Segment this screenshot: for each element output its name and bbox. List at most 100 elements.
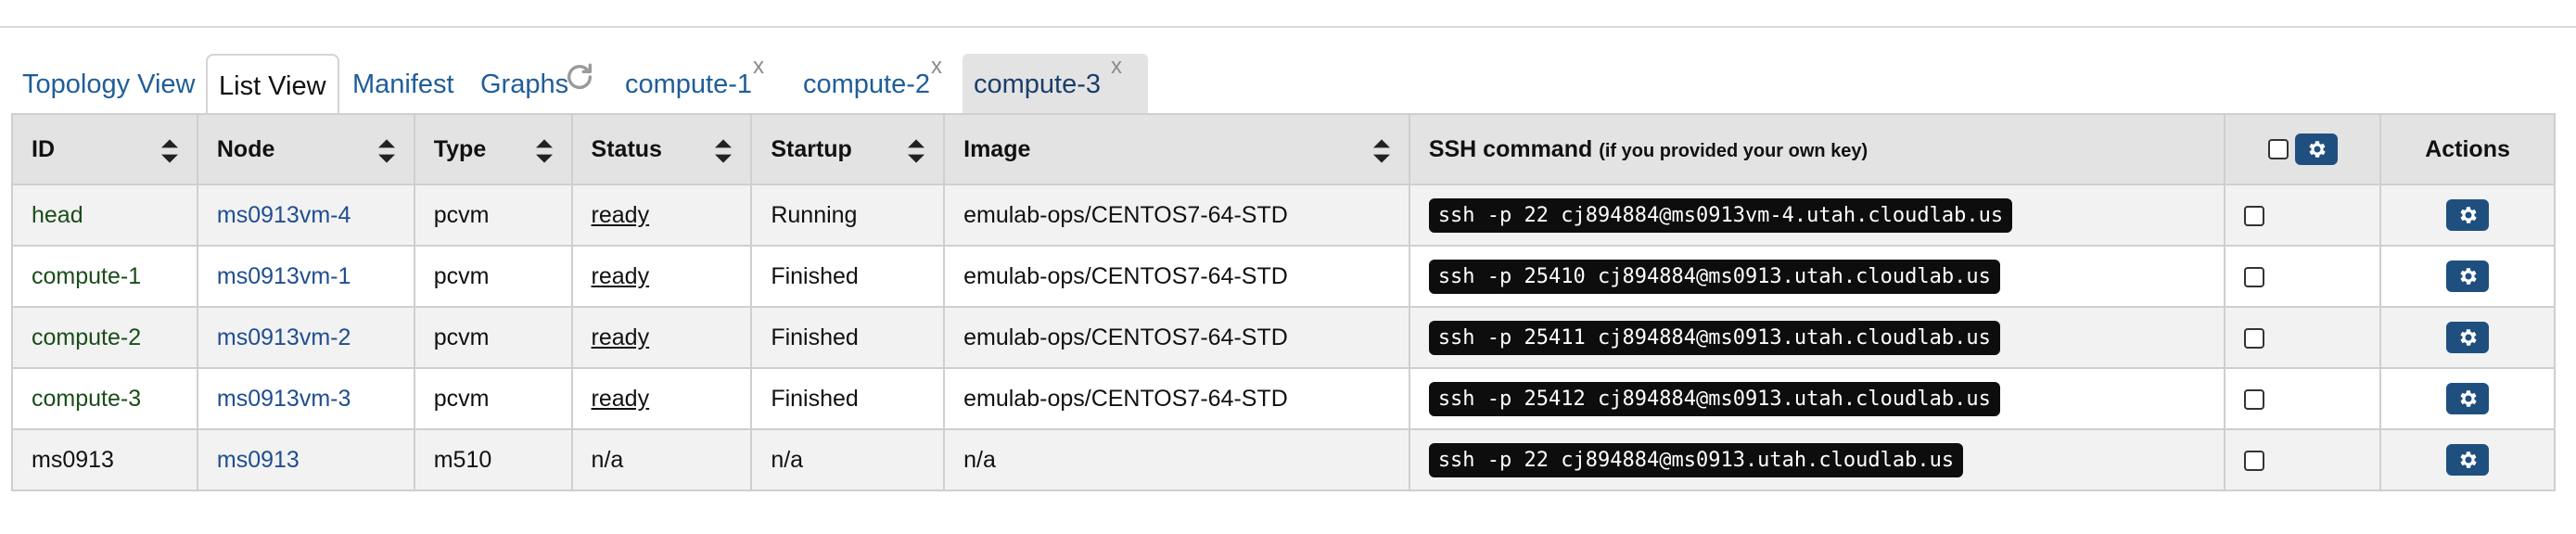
- ssh-command[interactable]: ssh -p 25412 cj894884@ms0913.utah.cloudl…: [1428, 381, 2000, 416]
- header-label: Status: [591, 135, 662, 162]
- status-link[interactable]: ready: [592, 324, 650, 350]
- tab-compute-2[interactable]: compute-2: [792, 54, 941, 115]
- close-icon[interactable]: x: [753, 48, 764, 85]
- cell-startup: Running: [750, 184, 946, 247]
- ssh-command[interactable]: ssh -p 22 cj894884@ms0913vm-4.utah.cloud…: [1428, 197, 2013, 233]
- tab-compute-1-label: compute-1: [625, 70, 753, 99]
- cell-startup: n/a: [750, 428, 946, 491]
- row-actions-button[interactable]: [2446, 322, 2490, 353]
- cell-startup: Finished: [750, 245, 946, 308]
- sort-icon[interactable]: [715, 139, 733, 163]
- column-header-id[interactable]: ID: [11, 113, 198, 185]
- row-checkbox[interactable]: [2244, 266, 2265, 287]
- node-link[interactable]: ms0913: [217, 447, 300, 473]
- cell-type: pcvm: [413, 245, 573, 308]
- cell-ssh: ssh -p 22 cj894884@ms0913.utah.cloudlab.…: [1408, 428, 2226, 491]
- cell-select: [2224, 367, 2382, 430]
- cell-type: pcvm: [413, 367, 573, 430]
- cell-type: pcvm: [413, 184, 573, 247]
- row-checkbox[interactable]: [2244, 327, 2265, 349]
- cell-actions: [2379, 367, 2556, 430]
- cell-image: emulab-ops/CENTOS7-64-STD: [943, 306, 1410, 369]
- table-row: head ms0913vm-4 pcvm ready Running emula…: [11, 184, 2556, 247]
- column-header-status[interactable]: Status: [570, 113, 753, 185]
- row-actions-button[interactable]: [2446, 261, 2490, 292]
- cell-type: m510: [413, 428, 573, 491]
- column-header-actions: Actions: [2379, 113, 2556, 185]
- cell-node: ms0913vm-2: [196, 306, 415, 369]
- tab-graphs-label: Graphs: [480, 70, 569, 99]
- header-label: ID: [32, 135, 55, 162]
- gear-icon: [2460, 329, 2477, 346]
- refresh-icon[interactable]: [564, 61, 595, 93]
- column-header-startup[interactable]: Startup: [750, 113, 946, 185]
- cell-select: [2224, 184, 2382, 247]
- header-label: SSH command: [1428, 135, 1600, 162]
- cell-id: compute-2: [11, 306, 198, 369]
- node-link[interactable]: ms0913vm-1: [217, 263, 351, 289]
- bulk-action-button[interactable]: [2294, 134, 2338, 165]
- cell-ssh: ssh -p 25412 cj894884@ms0913.utah.cloudl…: [1408, 367, 2226, 430]
- sort-icon[interactable]: [377, 139, 395, 163]
- header-label: Type: [433, 135, 487, 162]
- sort-icon[interactable]: [160, 139, 178, 163]
- select-all-checkbox[interactable]: [2267, 139, 2289, 159]
- cell-actions: [2379, 428, 2556, 491]
- status-link[interactable]: ready: [592, 386, 650, 412]
- ssh-command[interactable]: ssh -p 25411 cj894884@ms0913.utah.cloudl…: [1428, 320, 2000, 355]
- row-actions-button[interactable]: [2446, 383, 2490, 414]
- tab-manifest[interactable]: Manifest: [341, 54, 465, 115]
- column-header-image[interactable]: Image: [943, 113, 1410, 185]
- gear-icon: [2460, 268, 2477, 285]
- row-checkbox[interactable]: [2244, 205, 2265, 226]
- node-link[interactable]: ms0913vm-3: [217, 386, 351, 412]
- table-row: compute-3 ms0913vm-3 pcvm ready Finished…: [11, 367, 2556, 430]
- header-label: Node: [216, 135, 275, 162]
- node-link[interactable]: ms0913vm-4: [217, 202, 351, 228]
- tab-topology-view[interactable]: Topology View: [11, 54, 206, 115]
- row-actions-button[interactable]: [2446, 199, 2490, 231]
- cell-actions: [2379, 306, 2556, 369]
- cell-status: n/a: [570, 428, 753, 491]
- column-header-type[interactable]: Type: [413, 113, 573, 185]
- tab-compute-1[interactable]: compute-1: [614, 54, 763, 115]
- table-header-row: ID Node Type Status Startup Image SSH co…: [11, 113, 2556, 185]
- gear-icon: [2460, 207, 2477, 223]
- cell-node: ms0913: [196, 428, 415, 491]
- close-icon[interactable]: x: [1111, 48, 1122, 85]
- sort-icon[interactable]: [535, 139, 553, 163]
- cell-image: emulab-ops/CENTOS7-64-STD: [943, 367, 1410, 430]
- cell-actions: [2379, 184, 2556, 247]
- table-row: ms0913 ms0913 m510 n/a n/a n/a ssh -p 22…: [11, 428, 2556, 491]
- cell-startup: Finished: [750, 306, 946, 369]
- column-header-node[interactable]: Node: [196, 113, 415, 185]
- row-checkbox[interactable]: [2244, 450, 2265, 471]
- sort-icon[interactable]: [1372, 139, 1390, 163]
- cell-type: pcvm: [413, 306, 573, 369]
- cell-status: ready: [570, 184, 753, 247]
- cell-status: ready: [570, 367, 753, 430]
- tab-list-view[interactable]: List View: [206, 54, 339, 117]
- table-row: compute-1 ms0913vm-1 pcvm ready Finished…: [11, 245, 2556, 308]
- node-link[interactable]: ms0913vm-2: [217, 324, 351, 350]
- header-note: (if you provided your own key): [1599, 140, 1868, 161]
- row-checkbox[interactable]: [2244, 388, 2265, 410]
- ssh-command[interactable]: ssh -p 25410 cj894884@ms0913.utah.cloudl…: [1428, 259, 2000, 294]
- gear-icon: [2460, 390, 2477, 407]
- status-link[interactable]: ready: [592, 202, 650, 228]
- cell-image: emulab-ops/CENTOS7-64-STD: [943, 184, 1410, 247]
- cell-id: ms0913: [11, 428, 198, 491]
- cell-node: ms0913vm-3: [196, 367, 415, 430]
- sort-icon[interactable]: [908, 139, 925, 163]
- ssh-command[interactable]: ssh -p 22 cj894884@ms0913.utah.cloudlab.…: [1428, 442, 1964, 477]
- row-actions-button[interactable]: [2446, 444, 2490, 476]
- tab-compute-2-label: compute-2: [803, 70, 931, 99]
- cell-image: emulab-ops/CENTOS7-64-STD: [943, 245, 1410, 308]
- status-link[interactable]: ready: [592, 263, 650, 289]
- cell-id: compute-3: [11, 367, 198, 430]
- cell-select: [2224, 306, 2382, 369]
- header-label: Image: [963, 135, 1031, 162]
- node-list-table: ID Node Type Status Startup Image SSH co…: [11, 113, 2556, 491]
- close-icon[interactable]: x: [931, 48, 942, 85]
- cell-node: ms0913vm-1: [196, 245, 415, 308]
